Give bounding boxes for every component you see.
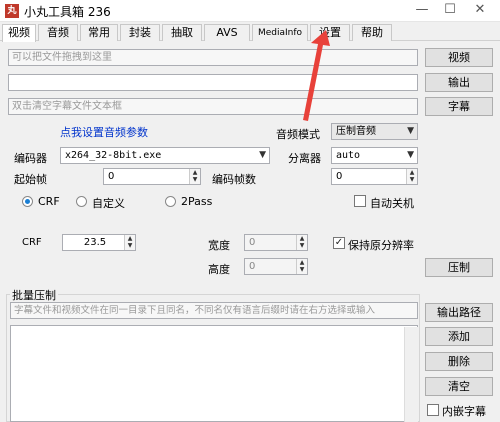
radio-2pass[interactable]: [165, 196, 176, 207]
clear-button[interactable]: 清空: [425, 377, 493, 396]
height-label: 高度: [208, 263, 230, 276]
video-button[interactable]: 视频: [425, 48, 493, 67]
app-window: 丸 小丸工具箱 236 — ☐ ✕ 视频 音频 常用 封装 抽取 AVS Med…: [0, 0, 500, 422]
add-button[interactable]: 添加: [425, 327, 493, 346]
spinner-arrows-icon[interactable]: ▲ ▼: [406, 169, 417, 184]
close-button[interactable]: ✕: [466, 2, 494, 20]
start-frame-label: 起始帧: [14, 173, 47, 186]
keep-resolution-checkbox[interactable]: ✓: [333, 237, 345, 249]
radio-custom[interactable]: [76, 196, 87, 207]
subtitle-button[interactable]: 字幕: [425, 97, 493, 116]
crf-spinner[interactable]: 23.5 ▲ ▼: [62, 234, 136, 251]
audio-mode-label: 音频模式: [276, 128, 320, 141]
tab-extract[interactable]: 抽取: [162, 24, 202, 41]
tab-help[interactable]: 帮助: [352, 24, 392, 41]
width-label: 宽度: [208, 239, 230, 252]
tab-audio[interactable]: 音频: [38, 24, 78, 41]
auto-shutdown-label: 自动关机: [370, 197, 414, 210]
tab-mux[interactable]: 封装: [120, 24, 160, 41]
splitter-value: auto: [336, 150, 361, 161]
splitter-select[interactable]: auto ▼: [331, 147, 418, 164]
radio-custom-label: 自定义: [92, 197, 125, 210]
output-path-button[interactable]: 输出路径: [425, 303, 493, 322]
video-drop-field[interactable]: 可以把文件拖拽到这里: [8, 49, 418, 66]
spinner-arrows-icon[interactable]: ▲ ▼: [296, 259, 307, 274]
chevron-down-icon: ▼: [407, 126, 414, 136]
radio-2pass-label: 2Pass: [181, 195, 213, 208]
subtitle-language-hint[interactable]: 字幕文件和视频文件在同一目录下且同名，不同名仅有语言后缀时请在右方选择或输入: [10, 302, 418, 319]
start-frame-value: 0: [108, 171, 115, 182]
encode-button[interactable]: 压制: [425, 258, 493, 277]
height-spinner[interactable]: 0 ▲ ▼: [244, 258, 308, 275]
crf-value: 23.5: [83, 237, 107, 248]
audio-mode-value: 压制音频: [336, 126, 376, 137]
tab-common[interactable]: 常用: [80, 24, 118, 41]
subtitle-field[interactable]: 双击清空字幕文件文本框: [8, 98, 418, 115]
encode-frames-label: 编码帧数: [212, 173, 256, 186]
tab-avs[interactable]: AVS: [204, 24, 250, 41]
radio-crf[interactable]: [22, 196, 33, 207]
spinner-arrows-icon[interactable]: ▲ ▼: [189, 169, 200, 184]
batch-group-title: 批量压制: [10, 287, 58, 303]
chevron-down-icon: ▼: [407, 150, 414, 160]
tab-settings[interactable]: 设置: [310, 24, 350, 41]
output-button[interactable]: 输出: [425, 73, 493, 92]
radio-crf-label: CRF: [38, 195, 60, 208]
width-value: 0: [249, 237, 256, 248]
chevron-down-icon: ▼: [259, 150, 266, 160]
start-frame-spinner[interactable]: 0 ▲ ▼: [103, 168, 201, 185]
spinner-arrows-icon[interactable]: ▲ ▼: [124, 235, 135, 250]
tab-mediainfo[interactable]: MediaInfo: [252, 24, 308, 41]
batch-list-scrollbar[interactable]: [404, 327, 418, 422]
delete-button[interactable]: 删除: [425, 352, 493, 371]
embed-subtitle-label: 内嵌字幕: [442, 405, 486, 418]
crf-label: CRF: [22, 237, 42, 248]
embed-subtitle-checkbox[interactable]: [427, 404, 439, 416]
encode-frames-value: 0: [336, 171, 343, 182]
audio-mode-select[interactable]: 压制音频 ▼: [331, 123, 418, 140]
width-spinner[interactable]: 0 ▲ ▼: [244, 234, 308, 251]
window-title: 小丸工具箱 236: [24, 5, 111, 19]
minimize-button[interactable]: —: [408, 2, 436, 20]
tab-bar: 视频 音频 常用 封装 抽取 AVS MediaInfo 设置 帮助: [0, 24, 500, 42]
app-icon: 丸: [5, 4, 19, 18]
encode-frames-spinner[interactable]: 0 ▲ ▼: [331, 168, 418, 185]
batch-file-list[interactable]: [10, 325, 418, 422]
encoder-label: 编码器: [14, 152, 47, 165]
keep-resolution-label: 保持原分辨率: [348, 239, 414, 252]
auto-shutdown-checkbox[interactable]: [354, 195, 366, 207]
height-value: 0: [249, 261, 256, 272]
splitter-label: 分离器: [288, 152, 321, 165]
output-field[interactable]: [8, 74, 418, 91]
spinner-arrows-icon[interactable]: ▲ ▼: [296, 235, 307, 250]
tab-video[interactable]: 视频: [2, 24, 36, 42]
maximize-button[interactable]: ☐: [436, 2, 464, 20]
title-bar: 丸 小丸工具箱 236 — ☐ ✕: [0, 0, 500, 22]
encoder-value: x264_32-8bit.exe: [65, 150, 162, 161]
audio-settings-link[interactable]: 点我设置音频参数: [60, 124, 148, 140]
encoder-select[interactable]: x264_32-8bit.exe ▼: [60, 147, 270, 164]
